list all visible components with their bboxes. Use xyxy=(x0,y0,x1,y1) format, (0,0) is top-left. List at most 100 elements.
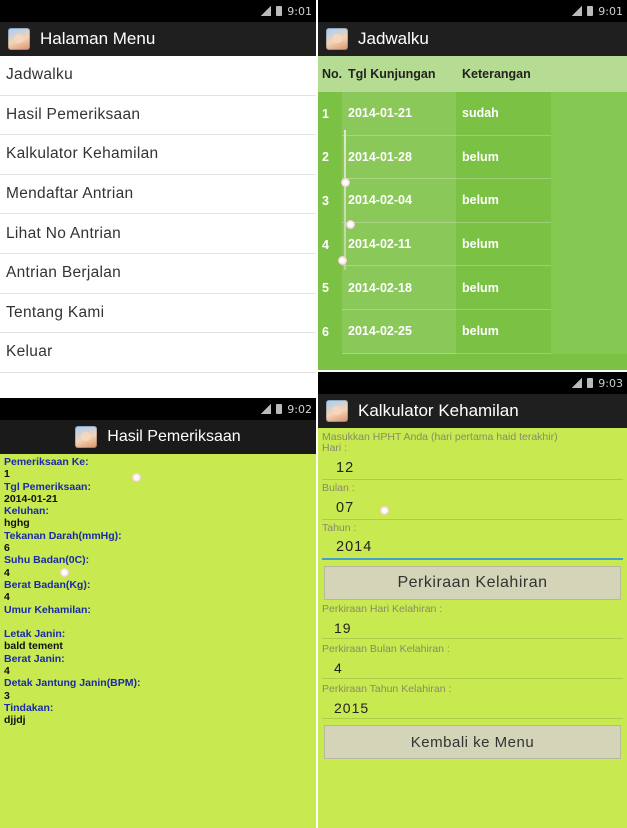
baby-app-icon xyxy=(8,28,30,50)
hari-input[interactable]: 12 xyxy=(322,454,623,480)
field-label: Tekanan Darah(mmHg): xyxy=(4,529,122,542)
baby-app-icon xyxy=(75,426,98,448)
row-no: 2 xyxy=(322,150,329,165)
baby-app-icon xyxy=(326,28,348,50)
header-keterangan: Keterangan xyxy=(462,67,531,81)
menu-item-mendaftar-antrian[interactable]: Mendaftar Antrian xyxy=(0,175,316,215)
field-value: 1 xyxy=(4,468,10,481)
battery-icon xyxy=(587,6,594,16)
menu-screen: 9:01 Halaman Menu Jadwalku Hasil Pemerik… xyxy=(0,0,316,392)
bulan-input[interactable]: 07 xyxy=(322,494,623,520)
decorative-flower-icon xyxy=(60,568,69,577)
schedule-table-header: No. Tgl Kunjungan Keterangan xyxy=(318,56,627,92)
menu-list: Jadwalku Hasil Pemeriksaan Kalkulator Ke… xyxy=(0,56,316,373)
hari-label: Hari : xyxy=(322,442,348,454)
screen-title: Hasil Pemeriksaan xyxy=(107,428,241,445)
bulan-label: Bulan : xyxy=(322,482,355,494)
header-tgl: Tgl Kunjungan xyxy=(348,67,436,81)
decorative-stem xyxy=(344,130,346,270)
est-hari-label: Perkiraan Hari Kelahiran : xyxy=(322,603,443,615)
header-no: No. xyxy=(322,67,343,81)
decorative-flower-icon xyxy=(341,178,350,187)
table-row: 5 2014-02-18 belum xyxy=(318,266,627,310)
row-status: belum xyxy=(456,310,551,354)
field-label: Detak Jantung Janin(BPM): xyxy=(4,677,141,690)
decorative-flower-icon xyxy=(132,473,141,482)
battery-icon xyxy=(276,404,283,414)
field-value: 2014-01-21 xyxy=(4,492,58,505)
table-row: 1 2014-01-21 sudah xyxy=(318,92,627,136)
status-time: 9:01 xyxy=(287,4,312,18)
action-bar: Jadwalku xyxy=(318,22,627,56)
est-tahun-value: 2015 xyxy=(322,695,623,719)
row-date: 2014-01-21 xyxy=(342,92,456,136)
status-time: 9:02 xyxy=(287,402,312,416)
table-row: 6 2014-02-25 belum xyxy=(318,309,627,354)
est-tahun-label: Perkiraan Tahun Kelahiran : xyxy=(322,683,452,695)
signal-icon xyxy=(261,404,272,414)
tahun-input[interactable]: 2014 xyxy=(322,534,623,560)
table-row: 3 2014-02-04 belum xyxy=(318,179,627,223)
field-label: Keluhan: xyxy=(4,505,49,518)
menu-item-antrian-berjalan[interactable]: Antrian Berjalan xyxy=(0,254,316,294)
field-label: Berat Badan(Kg): xyxy=(4,578,91,591)
field-value: bald tement xyxy=(4,640,63,653)
row-no: 6 xyxy=(322,324,329,339)
menu-item-lihat-no-antrian[interactable]: Lihat No Antrian xyxy=(0,214,316,254)
status-bar: 9:03 xyxy=(318,372,627,394)
field-value: djjdj xyxy=(4,714,26,727)
baby-app-icon xyxy=(326,400,348,422)
schedule-table: 1 2014-01-21 sudah 2 2014-01-28 belum 3 … xyxy=(318,92,627,354)
row-date: 2014-02-18 xyxy=(342,266,456,310)
menu-item-kalkulator-kehamilan[interactable]: Kalkulator Kehamilan xyxy=(0,135,316,175)
status-bar: 9:01 xyxy=(0,0,316,22)
perkiraan-kelahiran-button[interactable]: Perkiraan Kelahiran xyxy=(324,566,621,600)
est-hari-value: 19 xyxy=(322,615,623,639)
field-value: 3 xyxy=(4,689,10,702)
table-row: 2 2014-01-28 belum xyxy=(318,135,627,180)
battery-icon xyxy=(276,6,283,16)
screen-title: Jadwalku xyxy=(358,29,429,48)
field-value: 4 xyxy=(4,566,10,579)
intro-text: Masukkan HPHT Anda (hari pertama haid te… xyxy=(322,431,558,443)
action-bar: Kalkulator Kehamilan xyxy=(318,394,627,428)
status-bar: 9:01 xyxy=(318,0,627,22)
status-time: 9:03 xyxy=(598,376,623,390)
decorative-flower-icon xyxy=(380,506,389,515)
status-bar: 9:02 xyxy=(0,398,316,420)
signal-icon xyxy=(572,378,583,388)
row-no: 5 xyxy=(322,281,329,296)
row-status: belum xyxy=(456,223,551,267)
kalkulator-screen: 9:03 Kalkulator Kehamilan Masukkan HPHT … xyxy=(318,372,627,828)
status-time: 9:01 xyxy=(598,4,623,18)
action-bar: Halaman Menu xyxy=(0,22,316,56)
row-date: 2014-02-04 xyxy=(342,179,456,223)
kembali-ke-menu-button[interactable]: Kembali ke Menu xyxy=(324,725,621,759)
row-status: belum xyxy=(456,179,551,223)
calculator-form: Masukkan HPHT Anda (hari pertama haid te… xyxy=(318,432,627,759)
field-value: hghg xyxy=(4,517,30,530)
row-no: 1 xyxy=(322,106,329,121)
est-bulan-label: Perkiraan Bulan Kelahiran : xyxy=(322,643,450,655)
decorative-flower-icon xyxy=(346,220,355,229)
row-date: 2014-02-25 xyxy=(342,309,456,354)
field-value xyxy=(4,616,312,628)
field-value: 6 xyxy=(4,542,10,555)
row-date: 2014-01-28 xyxy=(342,135,456,180)
decorative-flower-icon xyxy=(338,256,347,265)
signal-icon xyxy=(261,6,272,16)
field-label: Tgl Pemeriksaan: xyxy=(4,480,91,493)
hasil-screen: 9:02 Hasil Pemeriksaan Pemeriksaan Ke: 1… xyxy=(0,398,316,828)
field-label: Berat Janin: xyxy=(4,652,65,665)
field-value: 4 xyxy=(4,591,10,604)
menu-item-jadwalku[interactable]: Jadwalku xyxy=(0,56,316,96)
table-row: 4 2014-02-11 belum xyxy=(318,222,627,267)
menu-item-hasil-pemeriksaan[interactable]: Hasil Pemeriksaan xyxy=(0,96,316,136)
est-bulan-value: 4 xyxy=(322,655,623,679)
row-status: sudah xyxy=(456,92,551,136)
menu-item-tentang-kami[interactable]: Tentang Kami xyxy=(0,294,316,334)
battery-icon xyxy=(587,378,594,388)
menu-item-keluar[interactable]: Keluar xyxy=(0,333,316,373)
row-date: 2014-02-11 xyxy=(342,222,456,267)
exam-results: Pemeriksaan Ke: 1 Tgl Pemeriksaan: 2014-… xyxy=(0,454,316,729)
